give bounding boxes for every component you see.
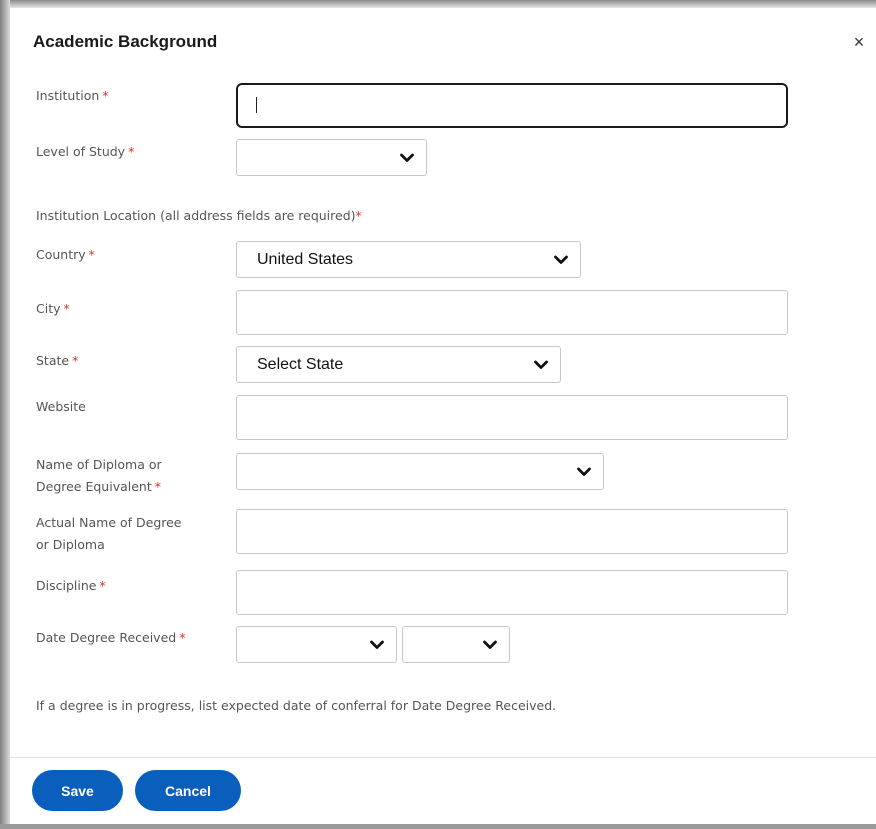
website-label: Website (36, 396, 86, 418)
website-input[interactable] (236, 395, 788, 440)
required-marker: * (102, 88, 109, 103)
date-received-label: Date Degree Received * (36, 627, 185, 649)
institution-label-text: Institution (36, 88, 100, 103)
location-heading: Institution Location (all address fields… (36, 205, 362, 227)
date-received-label-text: Date Degree Received (36, 630, 177, 645)
diploma-name-label-line1: Name of Diploma or (36, 457, 162, 472)
footer-divider (10, 757, 876, 758)
cancel-button[interactable]: Cancel (135, 770, 241, 811)
date-month-select[interactable] (236, 626, 397, 663)
required-marker: * (63, 301, 70, 316)
actual-name-input[interactable] (236, 509, 788, 554)
actual-name-label-line2: or Diploma (36, 537, 105, 552)
institution-input[interactable] (236, 83, 788, 128)
state-value: Select State (257, 355, 344, 373)
state-label-text: State (36, 353, 70, 368)
required-marker: * (72, 353, 79, 368)
state-label: State * (36, 350, 78, 372)
country-value: United States (257, 250, 354, 268)
date-year-select[interactable] (402, 626, 510, 663)
actual-name-label-line1: Actual Name of Degree (36, 515, 182, 530)
backdrop-shadow-bottom (0, 824, 876, 829)
country-label-text: Country (36, 247, 86, 262)
chevron-down-icon (534, 360, 548, 369)
required-marker: * (355, 208, 362, 223)
country-select[interactable]: United States (236, 241, 581, 278)
city-label: City * (36, 298, 70, 320)
diploma-name-label-line2: Degree Equivalent (36, 479, 152, 494)
chevron-down-icon (370, 640, 384, 649)
website-label-text: Website (36, 399, 86, 414)
required-marker: * (99, 578, 106, 593)
chevron-down-icon (554, 255, 568, 264)
actual-name-label: Actual Name of Degree or Diploma (36, 512, 182, 556)
level-of-study-select[interactable] (236, 139, 427, 176)
state-select[interactable]: Select State (236, 346, 561, 383)
save-button[interactable]: Save (32, 770, 123, 811)
institution-label: Institution * (36, 85, 109, 107)
close-icon[interactable]: × (849, 32, 869, 52)
required-marker: * (88, 247, 95, 262)
required-marker: * (128, 144, 135, 159)
chevron-down-icon (577, 467, 591, 476)
discipline-label: Discipline * (36, 575, 106, 597)
discipline-input[interactable] (236, 570, 788, 615)
academic-background-dialog: Academic Background × Institution * Level… (10, 8, 876, 824)
city-label-text: City (36, 301, 61, 316)
location-heading-text: Institution Location (all address fields… (36, 208, 356, 223)
city-input[interactable] (236, 290, 788, 335)
chevron-down-icon (483, 640, 497, 649)
country-label: Country * (36, 244, 95, 266)
diploma-name-select[interactable] (236, 453, 604, 490)
required-marker: * (154, 479, 161, 494)
backdrop-shadow (0, 0, 876, 8)
level-of-study-label: Level of Study * (36, 141, 134, 163)
level-of-study-label-text: Level of Study (36, 144, 126, 159)
dialog-title: Academic Background (33, 32, 218, 51)
required-marker: * (179, 630, 186, 645)
text-caret (256, 97, 257, 113)
chevron-down-icon (400, 153, 414, 162)
date-note: If a degree is in progress, list expecte… (36, 698, 557, 713)
discipline-label-text: Discipline (36, 578, 97, 593)
backdrop-shadow-left (0, 0, 10, 829)
diploma-name-label: Name of Diploma or Degree Equivalent * (36, 454, 162, 498)
